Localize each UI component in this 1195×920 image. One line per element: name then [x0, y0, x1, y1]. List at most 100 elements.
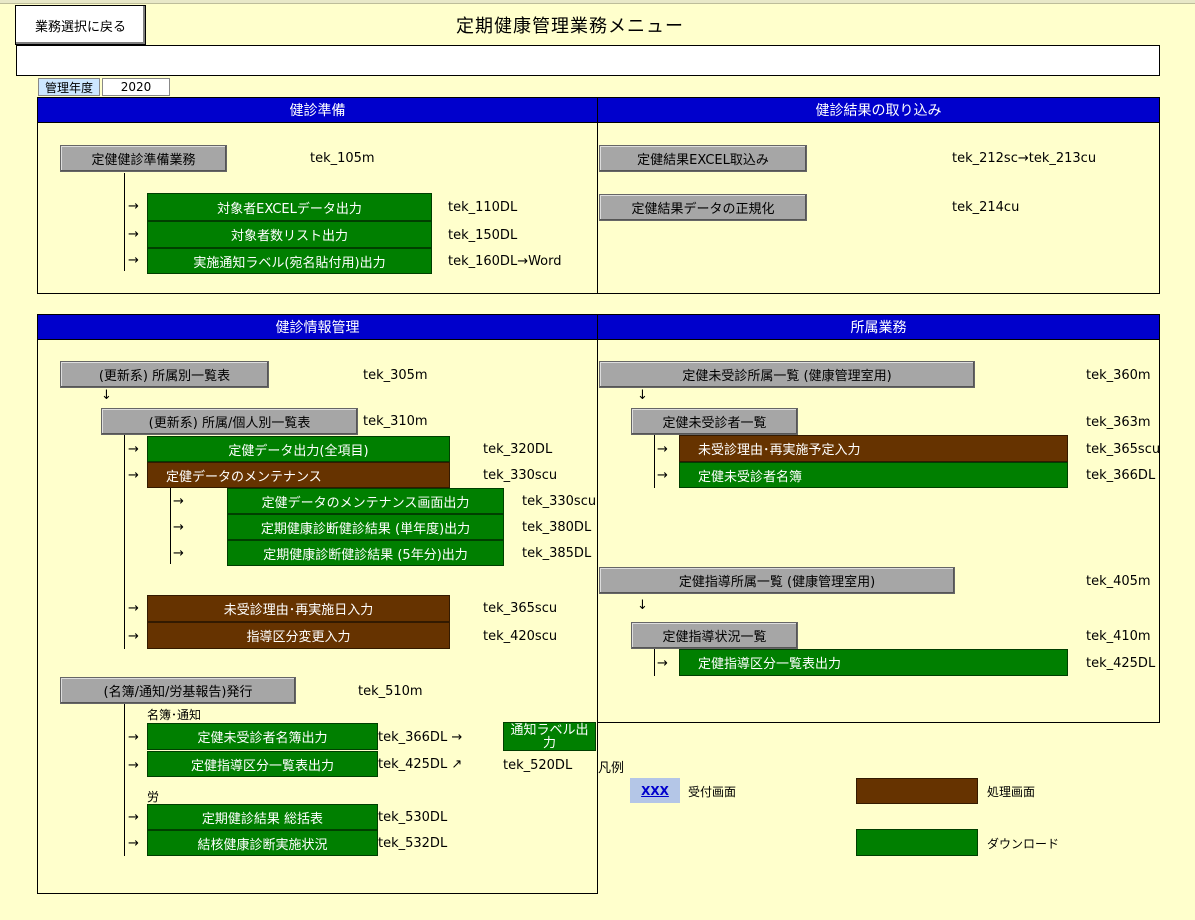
arrow-icon: →	[173, 546, 184, 561]
arrow-icon: →	[128, 442, 139, 457]
arrow-icon: →	[128, 253, 139, 268]
maint-tree-line	[170, 488, 171, 564]
guide-change-button[interactable]: 指導区分変更入力	[147, 622, 450, 649]
rou-label: 労	[147, 790, 160, 804]
prep-item-0-button[interactable]: 対象者EXCELデータ出力	[147, 193, 432, 221]
info-panel-header: 健診情報管理	[37, 314, 598, 340]
page-title: 定期健康管理業務メニュー	[456, 16, 684, 37]
unexam-reason-plan-button[interactable]: 未受診理由･再実施予定入力	[679, 435, 1068, 462]
meibo-0-button[interactable]: 定健未受診者名簿出力	[147, 723, 378, 750]
arrow-icon: →	[173, 494, 184, 509]
prep-main-code: tek_105m	[310, 151, 375, 166]
meibo-0-code: tek_366DL →	[378, 730, 463, 745]
maint-sub-0-button[interactable]: 定健データのメンテナンス画面出力	[227, 488, 504, 514]
legend-reception-label: 受付画面	[688, 785, 737, 799]
guide-affil-list-code: tek_405m	[1086, 574, 1151, 589]
update-by-person-button[interactable]: (更新系) 所属/個人別一覧表	[101, 408, 358, 435]
arrow-icon: →	[128, 468, 139, 483]
meibo-1-button[interactable]: 定健指導区分一覧表出力	[147, 751, 378, 777]
arrow-down-icon: ↓	[637, 598, 648, 613]
guide-tree-line	[654, 649, 655, 676]
unexam-reason-code: tek_365scu	[483, 601, 558, 616]
import-item-0-code: tek_212sc→tek_213cu	[952, 151, 1097, 166]
prep-item-1-button[interactable]: 対象者数リスト出力	[147, 221, 432, 248]
rou-1-button[interactable]: 結核健康診断実施状況	[147, 830, 378, 856]
unexam-meibo-code: tek_366DL	[1086, 468, 1156, 483]
maint-sub-0-code: tek_330scu	[522, 494, 597, 509]
maint-sub-2-button[interactable]: 定期健康診断健診結果 (5年分)出力	[227, 540, 504, 566]
prep-main-button[interactable]: 定健健診準備業務	[60, 145, 227, 172]
notice-label-button[interactable]: 通知ラベル出力	[503, 722, 596, 751]
window-top-edge	[0, 0, 1195, 4]
arrow-icon: →	[128, 836, 139, 851]
prep-panel-header: 健診準備	[37, 97, 598, 123]
prep-tree-line	[124, 173, 125, 271]
arrow-icon: →	[173, 520, 184, 535]
legend-title: 凡例	[598, 761, 625, 776]
unexam-reason-plan-code: tek_365scu	[1086, 442, 1161, 457]
affil-panel-header: 所属業務	[597, 314, 1160, 340]
issue-code: tek_510m	[358, 684, 423, 699]
maint-sub-1-button[interactable]: 定期健康診断健診結果 (単年度)出力	[227, 514, 504, 540]
arrow-icon: →	[128, 730, 139, 745]
prep-item-2-code: tek_160DL→Word	[448, 254, 562, 269]
arrow-icon: →	[657, 442, 668, 457]
update-by-person-code: tek_310m	[363, 414, 428, 429]
issue-button[interactable]: (名簿/通知/労基報告)発行	[60, 677, 296, 704]
meibo-1-code: tek_425DL ↗	[378, 757, 463, 772]
arrow-down-icon: ↓	[637, 388, 648, 403]
legend-process-swatch	[856, 778, 978, 804]
unexam-person-list-button[interactable]: 定健未受診者一覧	[631, 408, 798, 435]
output-all-button[interactable]: 定健データ出力(全項目)	[147, 436, 450, 462]
prep-item-2-button[interactable]: 実施通知ラベル(宛名貼付用)出力	[147, 248, 432, 274]
prep-item-1-code: tek_150DL	[448, 228, 518, 243]
rou-0-button[interactable]: 定期健診結果 総括表	[147, 804, 378, 830]
maint-sub-1-code: tek_380DL	[522, 520, 592, 535]
message-bar	[16, 45, 1160, 76]
legend-download-label: ダウンロード	[987, 837, 1060, 851]
import-panel-header: 健診結果の取り込み	[597, 97, 1160, 123]
guide-status-list-button[interactable]: 定健指導状況一覧	[631, 622, 798, 649]
update-by-affil-code: tek_305m	[363, 368, 428, 383]
unexam-person-list-code: tek_363m	[1086, 415, 1151, 430]
unexam-affil-list-button[interactable]: 定健未受診所属一覧 (健康管理室用)	[599, 361, 975, 388]
guide-affil-list-button[interactable]: 定健指導所属一覧 (健康管理室用)	[599, 567, 955, 594]
import-item-1-button[interactable]: 定健結果データの正規化	[599, 194, 807, 221]
guide-status-list-code: tek_410m	[1086, 629, 1151, 644]
arrow-icon: →	[128, 199, 139, 214]
back-to-task-select-button[interactable]: 業務選択に戻る	[15, 5, 146, 45]
legend-reception-swatch[interactable]: XXX	[630, 778, 680, 803]
unexam-reason-button[interactable]: 未受診理由･再実施日入力	[147, 595, 450, 622]
unexam-tree-line	[654, 435, 655, 488]
legend-process-label: 処理画面	[987, 785, 1036, 799]
arrow-icon: →	[128, 629, 139, 644]
info-tree-line	[124, 435, 125, 649]
legend-download-swatch	[856, 829, 978, 856]
issue-tree-line	[124, 704, 125, 856]
year-label: 管理年度	[38, 78, 100, 96]
maintenance-code: tek_330scu	[483, 468, 558, 483]
unexam-meibo-button[interactable]: 定健未受診者名簿	[679, 462, 1068, 488]
arrow-icon: →	[128, 758, 139, 773]
import-item-0-button[interactable]: 定健結果EXCEL取込み	[599, 145, 807, 172]
arrow-down-icon: ↓	[101, 388, 112, 403]
arrow-icon: →	[128, 227, 139, 242]
update-by-affil-button[interactable]: (更新系) 所属別一覧表	[60, 361, 269, 388]
rou-0-code: tek_530DL	[378, 810, 448, 825]
year-value-field[interactable]: 2020	[102, 78, 170, 96]
meibo-label: 名簿･通知	[147, 708, 202, 722]
rou-1-code: tek_532DL	[378, 836, 448, 851]
maintenance-button[interactable]: 定健データのメンテナンス	[147, 462, 450, 488]
arrow-icon: →	[128, 601, 139, 616]
guide-change-code: tek_420scu	[483, 629, 558, 644]
guide-out-button[interactable]: 定健指導区分一覧表出力	[679, 649, 1068, 676]
guide-out-code: tek_425DL	[1086, 656, 1156, 671]
notice-label-code: tek_520DL	[503, 758, 573, 773]
output-all-code: tek_320DL	[483, 442, 553, 457]
unexam-affil-list-code: tek_360m	[1086, 368, 1151, 383]
maint-sub-2-code: tek_385DL	[522, 546, 592, 561]
prep-item-0-code: tek_110DL	[448, 200, 518, 215]
arrow-icon: →	[128, 810, 139, 825]
arrow-icon: →	[657, 468, 668, 483]
import-item-1-code: tek_214cu	[952, 200, 1020, 215]
